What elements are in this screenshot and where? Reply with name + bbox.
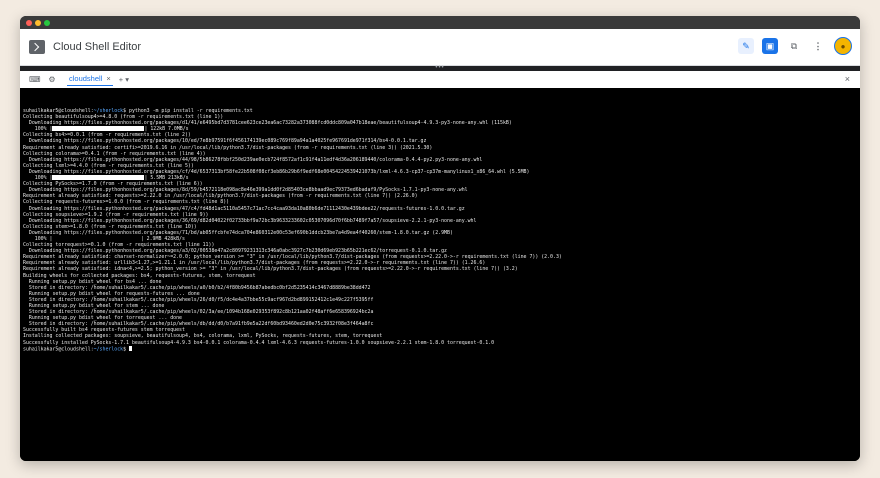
tab-cloudshell[interactable]: cloudshell × — [67, 73, 113, 86]
prompt-path: ~/sherlock — [93, 346, 124, 353]
avatar[interactable]: ● — [834, 37, 852, 55]
prompt-path: ~/sherlock — [93, 108, 124, 114]
close-window-button[interactable] — [26, 20, 32, 26]
cloud-shell-window: Cloud Shell Editor ✎ ▣ ⧉ ⋮ ● ••• ⌨ ⚙ clo… — [20, 16, 860, 461]
pencil-icon[interactable]: ✎ — [738, 38, 754, 54]
app-header: Cloud Shell Editor ✎ ▣ ⧉ ⋮ ● — [20, 29, 860, 66]
close-panel-icon[interactable]: × — [845, 74, 850, 84]
editor-icon[interactable]: ▣ — [762, 38, 778, 54]
gear-icon[interactable]: ⚙ — [47, 75, 57, 84]
preview-icon[interactable]: ⧉ — [786, 38, 802, 54]
command-text: python3 -m pip install -r requirements.t… — [129, 108, 253, 114]
download-progress-bar — [52, 175, 145, 180]
terminal-cursor — [129, 345, 133, 352]
terminal-lines: Collecting beautifulsoup4>=4.8.0 (from -… — [20, 114, 860, 346]
terminal-final-prompt[interactable]: suhailkakar5@cloudshell:~/sherlock$ — [23, 345, 860, 353]
terminal-tab-bar: ⌨ ⚙ cloudshell × + ▾ × — [20, 71, 860, 89]
maximize-window-button[interactable] — [44, 20, 50, 26]
terminal-output[interactable]: suhailkakar5@cloudshell:~/sherlock$ pyth… — [20, 88, 860, 461]
download-progress-bar — [52, 126, 145, 131]
add-tab-button[interactable]: + ▾ — [119, 75, 129, 84]
tab-close-icon[interactable]: × — [106, 74, 110, 83]
app-title: Cloud Shell Editor — [53, 41, 142, 53]
more-icon[interactable]: ⋮ — [810, 38, 826, 54]
terminal-icon[interactable]: ⌨ — [29, 75, 41, 84]
cloud-shell-logo-icon — [29, 40, 45, 54]
prompt-user: suhailkakar5@cloudshell: — [23, 346, 94, 353]
header-actions: ✎ ▣ ⧉ ⋮ ● — [738, 37, 852, 55]
tab-label: cloudshell — [69, 74, 103, 83]
minimize-window-button[interactable] — [35, 20, 41, 26]
window-titlebar — [20, 16, 860, 29]
prompt-user: suhailkakar5@cloudshell: — [23, 108, 94, 114]
